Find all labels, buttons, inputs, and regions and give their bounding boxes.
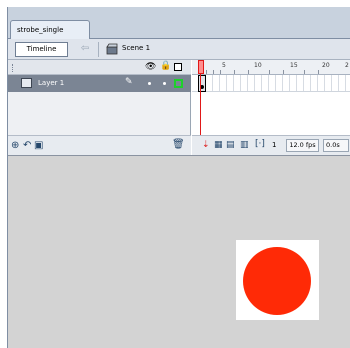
center-frame-icon[interactable]: ⇣ — [202, 140, 210, 150]
back-arrow-icon[interactable]: ⇦ — [76, 42, 94, 57]
toolbar-separator — [98, 42, 99, 57]
current-frame: 1 — [272, 141, 277, 149]
playhead-line — [200, 74, 201, 135]
ruler-number: 10 — [254, 62, 262, 69]
layer-name[interactable]: Layer 1 — [38, 79, 64, 87]
frame-controls: ⇣ ▦ ▤ ▥ [·] 1 12.0 fps 0.0s — [192, 135, 350, 155]
visibility-dot[interactable] — [148, 82, 151, 85]
insert-folder-icon[interactable]: ▣ — [34, 140, 43, 151]
ruler-number: 20 — [322, 62, 330, 69]
show-hide-all-icon[interactable]: 👁 — [145, 62, 156, 72]
document-window: strobe_single Timeline ⇦ Scene 1 👁 🔒 Lay… — [7, 7, 350, 348]
pencil-icon: ✎ — [125, 77, 133, 87]
layer-controls: ⊕ ↶ ▣ 🗑 — [8, 135, 191, 155]
timeline-toggle-button[interactable]: Timeline — [15, 42, 68, 57]
stage-pasteboard — [8, 155, 350, 348]
document-tab-bar: strobe_single — [8, 17, 350, 39]
timeline-panel: 👁 🔒 Layer 1 ✎ ⊕ ↶ ▣ 🗑 5 10 15 20 2 ⇣ ▦ ▤… — [8, 60, 350, 155]
ruler-tick — [283, 70, 284, 74]
frame-rate[interactable]: 12.0 fps — [286, 139, 319, 152]
ruler-tick — [220, 70, 221, 74]
lock-dot[interactable] — [163, 82, 166, 85]
document-tab[interactable]: strobe_single — [10, 20, 90, 39]
frames-area: 5 10 15 20 2 ⇣ ▦ ▤ ▥ [·] 1 12.0 fps 0.0s — [192, 60, 350, 155]
layer-header: 👁 🔒 — [8, 60, 191, 75]
lock-all-icon[interactable]: 🔒 — [160, 61, 171, 71]
edit-bar: Timeline ⇦ Scene 1 — [8, 39, 350, 60]
insert-layer-icon[interactable]: ⊕ — [11, 140, 19, 151]
frame-row[interactable] — [192, 75, 350, 92]
ruler-number: 5 — [222, 62, 226, 69]
red-circle-shape[interactable] — [243, 247, 311, 315]
ruler-number: 15 — [290, 62, 298, 69]
empty-frames — [192, 92, 350, 135]
outline-color-box[interactable] — [174, 79, 183, 88]
ruler-tick — [318, 70, 319, 74]
layer-list: 👁 🔒 Layer 1 ✎ ⊕ ↶ ▣ 🗑 — [8, 60, 191, 155]
frame-ruler[interactable]: 5 10 15 20 2 — [192, 60, 350, 75]
edit-multiple-frames-icon[interactable]: ▥ — [240, 140, 249, 150]
stage[interactable] — [236, 240, 319, 320]
ruler-tick — [206, 70, 207, 74]
modify-onion-markers-icon[interactable]: [·] — [255, 139, 265, 149]
ruler-tick — [304, 70, 305, 74]
ruler-number: 2 — [345, 62, 349, 69]
add-motion-guide-icon[interactable]: ↶ — [23, 140, 31, 151]
ruler-tick — [234, 70, 235, 74]
onion-skin-outlines-icon[interactable]: ▤ — [226, 140, 235, 150]
elapsed-time: 0.0s — [323, 139, 349, 152]
layer-icon — [21, 78, 32, 88]
ruler-tick — [269, 70, 270, 74]
ruler-tick — [213, 70, 214, 74]
document-tab-label: strobe_single — [17, 26, 64, 34]
playhead[interactable] — [198, 60, 204, 74]
outline-all-icon[interactable] — [174, 63, 182, 71]
onion-skin-icon[interactable]: ▦ — [214, 140, 223, 150]
layer-row[interactable]: Layer 1 ✎ — [8, 75, 191, 92]
ruler-tick — [248, 70, 249, 74]
scene-clapper-icon — [106, 43, 118, 55]
timeline-grip[interactable] — [12, 64, 15, 72]
scene-label[interactable]: Scene 1 — [122, 44, 150, 52]
delete-layer-icon[interactable]: 🗑 — [172, 139, 185, 150]
